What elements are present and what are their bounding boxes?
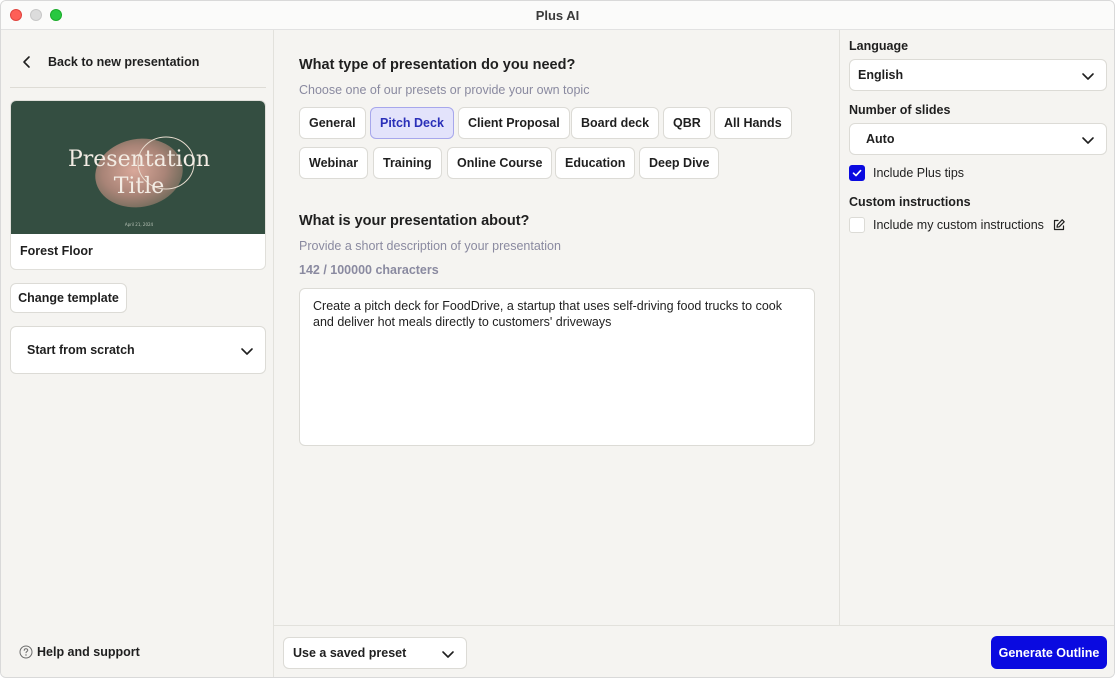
custom-instructions-label: Include my custom instructions: [873, 218, 1044, 232]
preset-chip[interactable]: All Hands: [714, 107, 792, 139]
template-preview: Presentation Title April 21, 2024: [11, 101, 265, 234]
template-name: Forest Floor: [20, 244, 93, 258]
start-option-value: Start from scratch: [27, 343, 135, 357]
back-to-new-presentation-link[interactable]: Back to new presentation: [19, 52, 199, 72]
preset-chip[interactable]: Education: [555, 147, 636, 179]
preset-chip[interactable]: Deep Dive: [639, 147, 720, 179]
type-subheading: Choose one of our presets or provide you…: [299, 83, 590, 97]
help-circle-icon: [19, 645, 33, 659]
include-tips-row[interactable]: Include Plus tips: [849, 165, 964, 181]
bottom-action-bar: Use a saved preset Generate Outline: [274, 625, 1114, 677]
about-subheading: Provide a short description of your pres…: [299, 239, 561, 253]
window-title: Plus AI: [535, 8, 580, 23]
about-heading: What is your presentation about?: [299, 213, 530, 229]
character-count: 142 / 100000 characters: [299, 263, 439, 277]
chevron-down-icon: [1082, 73, 1094, 80]
generate-outline-button[interactable]: Generate Outline: [991, 636, 1107, 669]
preset-chip[interactable]: QBR: [663, 107, 711, 139]
help-label: Help and support: [37, 645, 140, 659]
preset-chip[interactable]: Training: [373, 147, 442, 179]
slides-label: Number of slides: [849, 103, 951, 117]
type-heading: What type of presentation do you need?: [299, 57, 576, 73]
preset-chip[interactable]: Board deck: [571, 107, 660, 139]
template-preview-title-2: Title: [114, 174, 165, 199]
preset-chip[interactable]: Client Proposal: [458, 107, 570, 139]
chevron-left-icon: [23, 56, 30, 68]
template-card[interactable]: Presentation Title April 21, 2024 Forest…: [10, 100, 266, 270]
language-select[interactable]: English: [849, 59, 1107, 91]
chevron-down-icon: [442, 651, 454, 658]
change-template-button[interactable]: Change template: [10, 283, 127, 313]
saved-preset-label: Use a saved preset: [293, 646, 407, 660]
sidebar-divider: [10, 87, 266, 88]
template-preview-title-1: Presentation: [68, 147, 210, 172]
chevron-down-icon: [1082, 137, 1094, 144]
checkmark-icon: [852, 169, 862, 177]
edit-icon[interactable]: [1052, 218, 1066, 232]
left-sidebar: Back to new presentation Presentation Ti…: [1, 30, 274, 677]
custom-instructions-checkbox[interactable]: [849, 217, 865, 233]
template-thumbnail-art: Presentation Title April 21, 2024: [68, 136, 210, 227]
include-tips-label: Include Plus tips: [873, 166, 965, 180]
preset-chip[interactable]: General: [299, 107, 366, 139]
main-content: What type of presentation do you need? C…: [274, 30, 839, 625]
slides-select[interactable]: Auto: [849, 123, 1107, 155]
slides-value: Auto: [866, 132, 895, 146]
saved-preset-dropdown[interactable]: Use a saved preset: [283, 637, 467, 669]
include-tips-checkbox[interactable]: [849, 165, 865, 181]
custom-instructions-row[interactable]: Include my custom instructions: [849, 217, 1066, 233]
title-bar: Plus AI: [1, 1, 1114, 30]
description-textarea[interactable]: Create a pitch deck for FoodDrive, a sta…: [299, 288, 815, 446]
language-value: English: [858, 68, 904, 82]
preset-chip[interactable]: Webinar: [299, 147, 369, 179]
preset-chip-selected[interactable]: Pitch Deck: [370, 107, 454, 139]
template-preview-date: April 21, 2024: [125, 222, 154, 227]
chevron-down-icon: [241, 348, 253, 355]
custom-instructions-heading: Custom instructions: [849, 195, 971, 209]
settings-panel: Language English Number of slides Auto I…: [839, 30, 1114, 625]
app-window: Plus AI Back to new presentation Present…: [0, 0, 1115, 678]
language-label: Language: [849, 39, 909, 53]
back-link-label: Back to new presentation: [48, 55, 200, 69]
start-option-dropdown[interactable]: Start from scratch: [10, 326, 266, 374]
preset-chip[interactable]: Online Course: [447, 147, 553, 179]
help-and-support-link[interactable]: Help and support: [19, 645, 140, 659]
